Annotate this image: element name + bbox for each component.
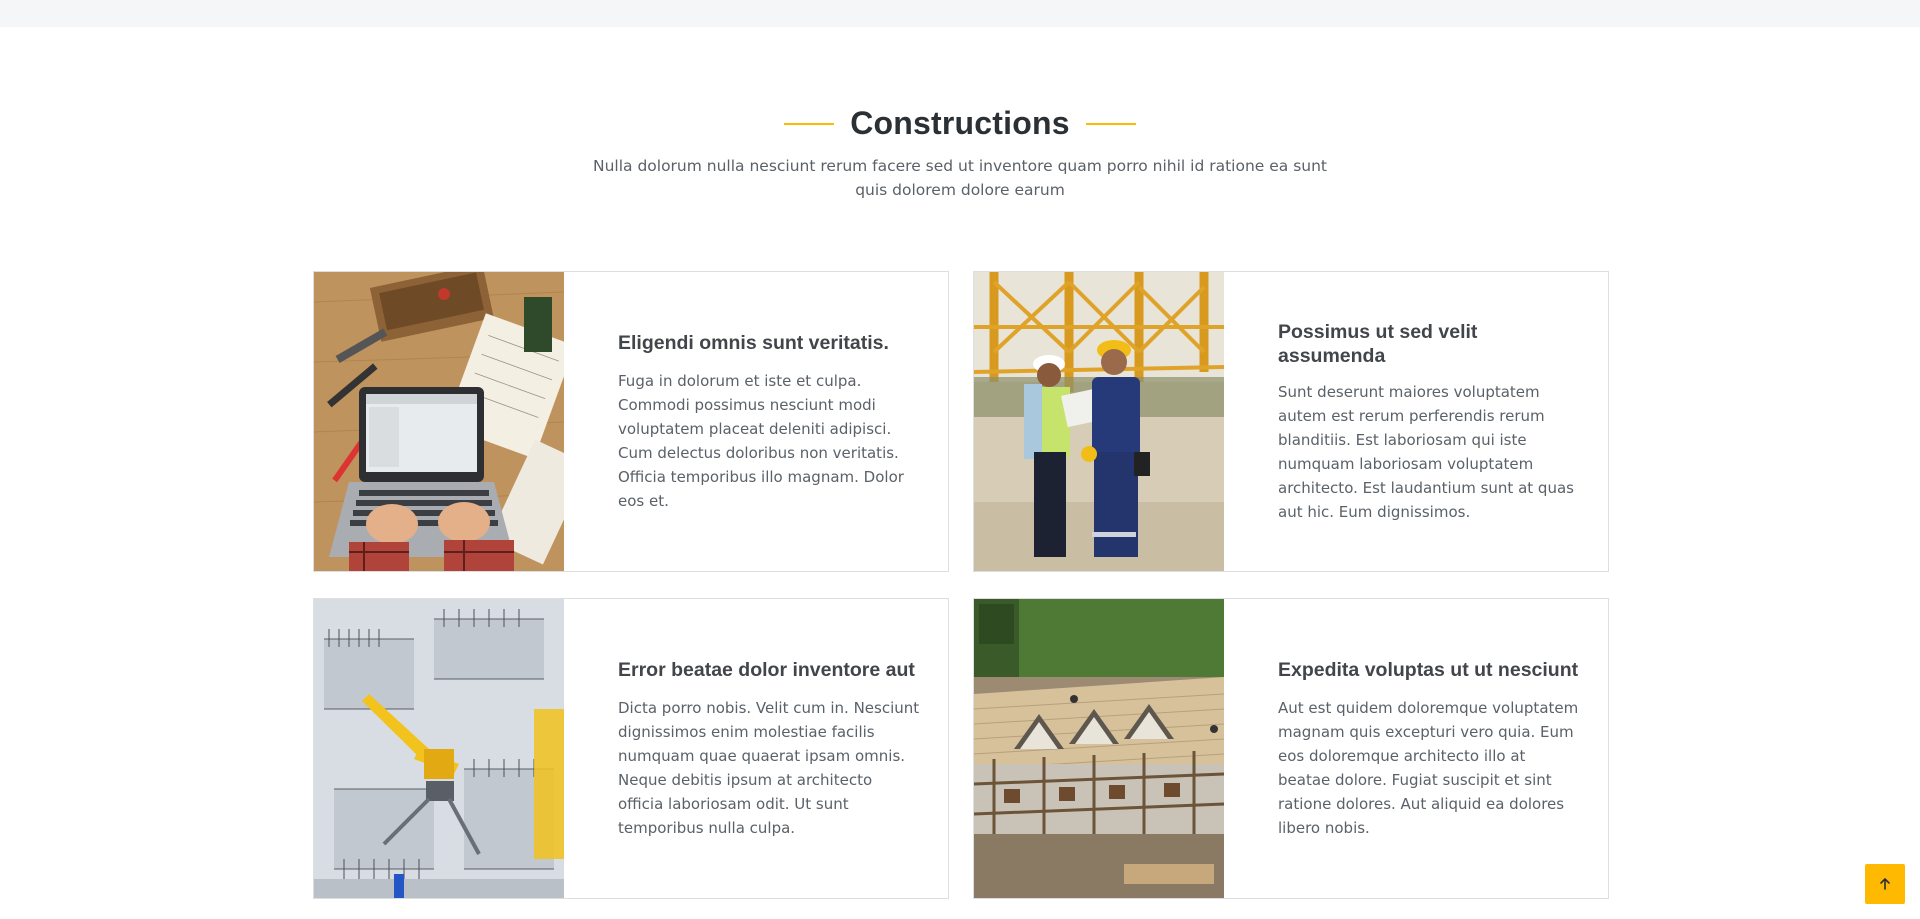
card-2[interactable]: Possimus ut sed velit assumenda Sunt des… <box>973 271 1609 572</box>
card-image-aerial-site <box>314 599 564 898</box>
card-text: Sunt deserunt maiores voluptatem autem e… <box>1278 382 1574 521</box>
card-title[interactable]: Error beatae dolor inventore aut <box>618 658 920 682</box>
card-title[interactable]: Possimus ut sed velit assumenda <box>1278 320 1580 368</box>
title-left-line <box>784 122 835 125</box>
title-right-line <box>1085 122 1136 125</box>
card-3[interactable]: Error beatae dolor inventore aut Dicta p… <box>313 598 949 899</box>
card-title[interactable]: Expedita voluptas ut ut nesciunt <box>1278 658 1580 682</box>
card-text: Fuga in dolorum et iste et culpa. Commod… <box>618 371 904 510</box>
top-strip <box>0 0 1920 27</box>
constructions-section: Constructions Nulla dolorum nulla nesciu… <box>0 27 1920 919</box>
card-image-engineers <box>974 272 1224 571</box>
section-header: Constructions <box>0 105 1920 142</box>
card-image-laptop <box>314 272 564 571</box>
card-title[interactable]: Eligendi omnis sunt veritatis. <box>618 331 920 355</box>
arrow-up-icon <box>1880 878 1890 890</box>
card-text: Dicta porro nobis. Velit cum in. Nesciun… <box>618 698 920 837</box>
section-subtitle: Nulla dolorum nulla nesciunt rerum facer… <box>592 157 1328 199</box>
card-4[interactable]: Expedita voluptas ut ut nesciunt Aut est… <box>973 598 1609 899</box>
card-image-house-roof <box>974 599 1224 898</box>
section-title: Constructions <box>850 105 1070 141</box>
card-1[interactable]: Eligendi omnis sunt veritatis. Fuga in d… <box>313 271 949 572</box>
scroll-top-button[interactable] <box>1865 864 1905 904</box>
card-text: Aut est quidem doloremque voluptatem mag… <box>1278 698 1579 837</box>
